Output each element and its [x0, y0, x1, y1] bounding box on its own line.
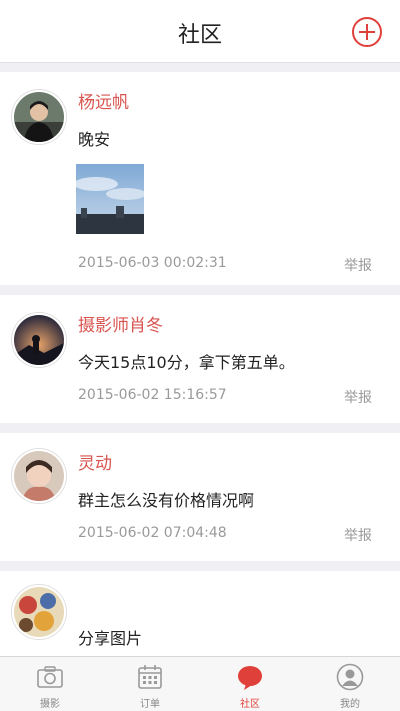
- chat-bubble-icon: [238, 666, 262, 690]
- tab-label: 社区: [240, 699, 260, 710]
- post-author[interactable]: 杨远帆: [78, 88, 129, 113]
- bottom-tab-bar: 摄影 订单 社区 我的: [0, 656, 400, 711]
- tab-community[interactable]: 社区: [200, 657, 300, 711]
- avatar-image: [14, 587, 64, 637]
- header-bar: 社区: [0, 0, 400, 63]
- avatar[interactable]: [12, 449, 66, 503]
- post-timestamp: 2015-06-02 15:16:57: [78, 387, 227, 403]
- post-author[interactable]: 摄影师肖冬: [78, 311, 163, 336]
- avatar[interactable]: [12, 313, 66, 367]
- avatar[interactable]: [12, 90, 66, 144]
- tab-label: 订单: [140, 699, 160, 710]
- tab-photography[interactable]: 摄影: [0, 657, 100, 711]
- tab-label: 摄影: [40, 699, 60, 710]
- add-post-button[interactable]: [352, 17, 382, 47]
- post-text: 群主怎么没有价格情况啊: [78, 491, 255, 510]
- avatar[interactable]: [12, 585, 66, 639]
- post-text: 今天15点10分，拿下第五单。: [78, 353, 295, 372]
- calendar-icon: [138, 665, 162, 689]
- page-title: 社区: [177, 23, 222, 48]
- post-text: 分享图片: [78, 629, 143, 648]
- post-item[interactable]: 杨远帆 晚安 2015-06-03 00:02:31 举报: [0, 72, 400, 285]
- report-link[interactable]: 举报: [344, 255, 372, 275]
- post-item[interactable]: 摄影师肖冬 今天15点10分，拿下第五单。 2015-06-02 15:16:5…: [0, 295, 400, 423]
- tab-profile[interactable]: 我的: [300, 657, 400, 711]
- post-item[interactable]: 灵动 群主怎么没有价格情况啊 2015-06-02 07:04:48 举报: [0, 433, 400, 561]
- user-icon: [336, 663, 364, 691]
- post-image[interactable]: [76, 164, 144, 234]
- camera-icon: [37, 666, 63, 688]
- report-link[interactable]: 举报: [344, 525, 372, 545]
- report-link[interactable]: 举报: [344, 387, 372, 407]
- community-feed: 杨远帆 晚安 2015-06-03 00:02:31 举报 摄影师肖冬 今天15…: [0, 72, 400, 681]
- post-timestamp: 2015-06-02 07:04:48: [78, 525, 227, 541]
- tab-label: 我的: [340, 699, 360, 710]
- tab-orders[interactable]: 订单: [100, 657, 200, 711]
- post-timestamp: 2015-06-03 00:02:31: [78, 255, 227, 271]
- avatar-image: [14, 315, 64, 365]
- avatar-image: [14, 451, 64, 501]
- post-author[interactable]: 灵动: [78, 449, 112, 474]
- avatar-image: [14, 92, 64, 142]
- post-text: 晚安: [78, 130, 111, 149]
